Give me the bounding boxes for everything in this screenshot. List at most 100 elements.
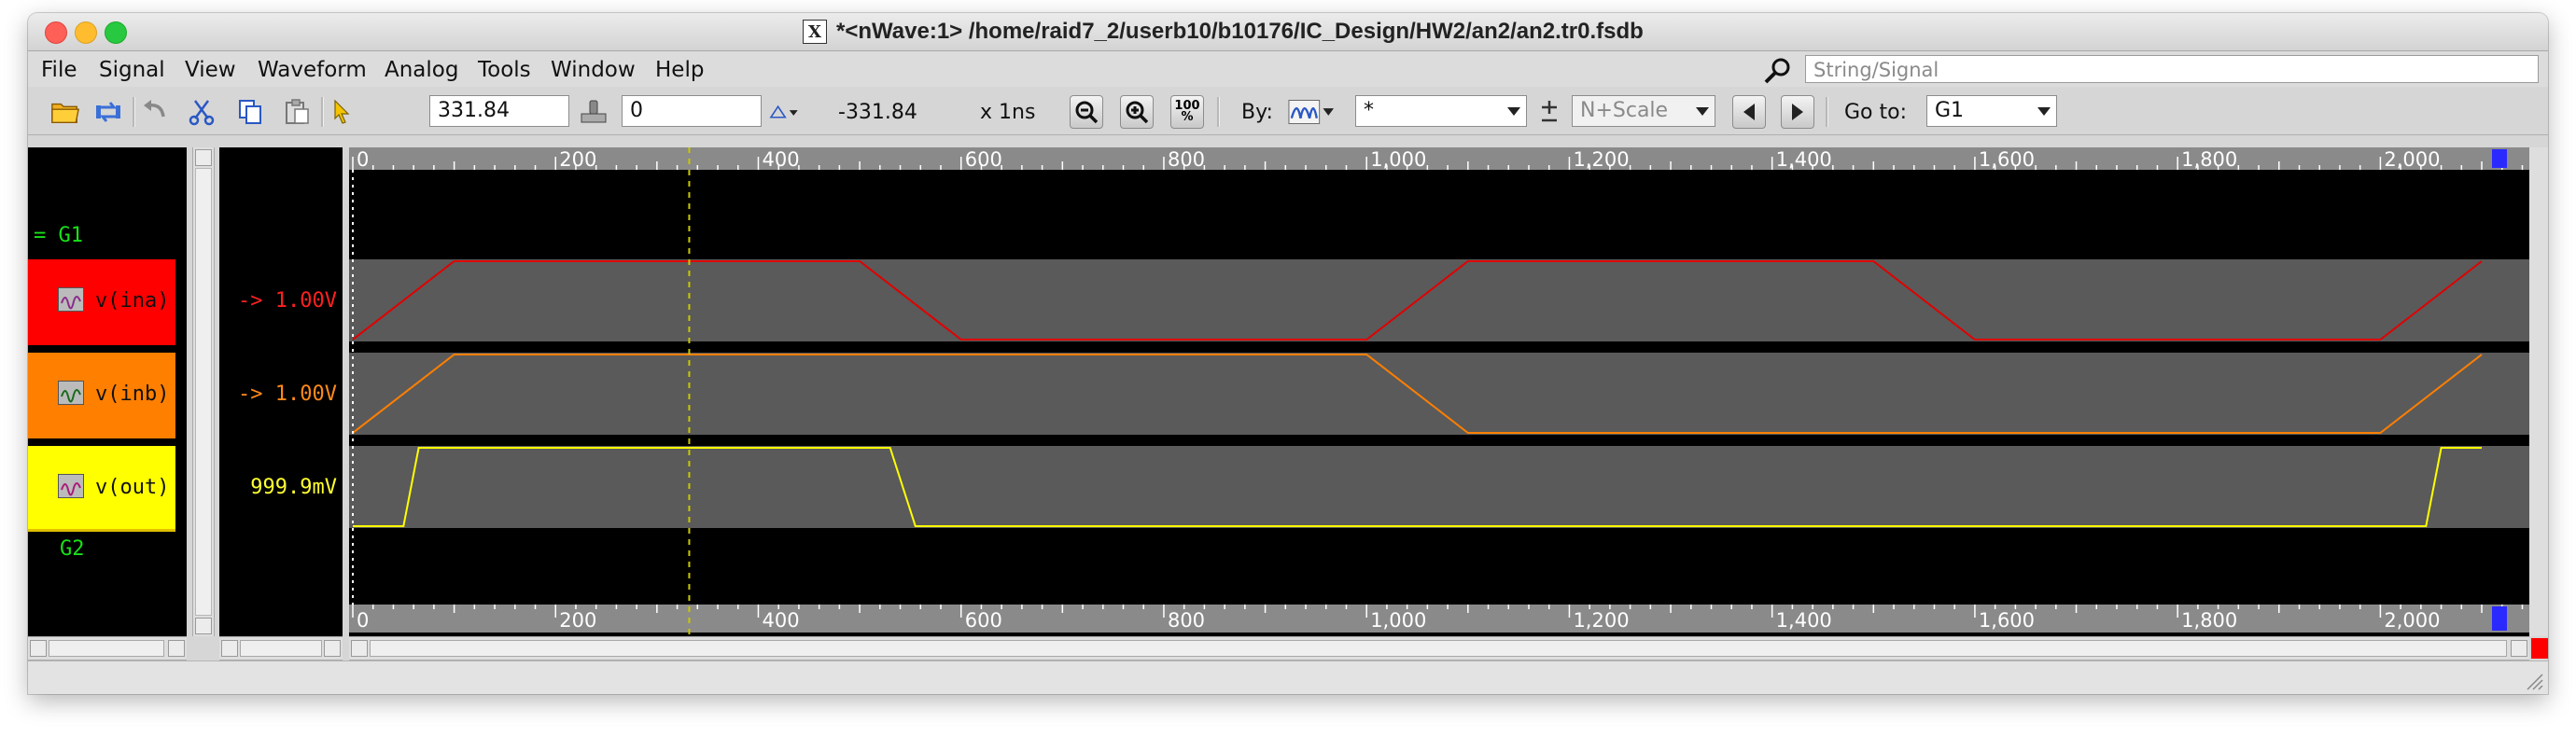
zoom-out-button[interactable] bbox=[1070, 95, 1103, 129]
scroll-thumb[interactable] bbox=[195, 168, 212, 616]
chevron-down-icon bbox=[1507, 107, 1520, 116]
ruler-tick-label: 1,000 bbox=[1370, 609, 1426, 632]
signal-value-out: 999.9mV bbox=[250, 476, 337, 499]
menu-waveform[interactable]: Waveform bbox=[258, 58, 367, 82]
scale-select[interactable]: N+Scale bbox=[1572, 95, 1715, 127]
waveform-lane[interactable] bbox=[349, 353, 2529, 435]
minimize-window-button[interactable] bbox=[75, 21, 97, 44]
scroll-right-button[interactable] bbox=[168, 640, 185, 657]
signal-value-ina: -> 1.00V bbox=[238, 289, 337, 313]
signal-name: v(out) bbox=[95, 476, 170, 499]
waveform-canvas[interactable]: 0 200 400 600 800 1,000 1,200 1,400 1,600 1,800 2,… bbox=[349, 147, 2529, 636]
search-by-select[interactable]: * bbox=[1355, 95, 1527, 127]
next-button[interactable] bbox=[1781, 95, 1814, 129]
ruler-tick-label: 1,600 bbox=[1979, 148, 2035, 171]
time-ruler-top[interactable]: 0 200 400 600 800 1,000 1,200 1,400 1,600 1,800 2,… bbox=[349, 147, 2529, 171]
maximize-window-button[interactable] bbox=[105, 21, 127, 44]
signal-row-ina[interactable]: v(ina) bbox=[28, 259, 175, 345]
menu-analog[interactable]: Analog bbox=[385, 58, 458, 82]
scroll-right-button[interactable] bbox=[324, 640, 341, 657]
search-input[interactable]: String/Signal bbox=[1805, 55, 2539, 83]
right-arrow-icon bbox=[1792, 104, 1803, 120]
scroll-thumb[interactable] bbox=[240, 640, 322, 657]
scroll-left-button[interactable] bbox=[30, 640, 47, 657]
ruler-tick-label: 600 bbox=[965, 609, 1002, 632]
cursor-time-input[interactable]: 331.84 bbox=[429, 95, 569, 127]
status-bar bbox=[28, 661, 2548, 694]
cursor-arrow-icon[interactable] bbox=[327, 97, 357, 127]
ruler-tick-label: 800 bbox=[1168, 148, 1205, 171]
zoom-fit-button[interactable]: 100 % bbox=[1170, 95, 1204, 129]
reload-icon[interactable] bbox=[93, 97, 123, 127]
time-ruler-bottom[interactable]: 0 200 400 600 800 1,000 1,200 1,400 1,600 1,800 2,… bbox=[349, 605, 2529, 633]
signal-row-inb[interactable]: v(inb) bbox=[28, 353, 175, 438]
scroll-thumb[interactable] bbox=[370, 640, 2507, 657]
ruler-tick-label: 2,000 bbox=[2384, 609, 2440, 632]
search-by-value: * bbox=[1364, 99, 1374, 122]
resize-grip-icon[interactable] bbox=[2524, 671, 2544, 691]
menu-file[interactable]: File bbox=[41, 58, 77, 82]
waveform-hscrollbar[interactable] bbox=[349, 636, 2529, 661]
ruler-tick-label: 2,000 bbox=[2384, 148, 2440, 171]
waveform-panel[interactable]: 0 200 400 600 800 1,000 1,200 1,400 1,600 1,800 2,… bbox=[349, 147, 2529, 636]
paste-icon[interactable] bbox=[282, 97, 312, 127]
ruler-tick-label: 0 bbox=[357, 609, 369, 632]
scroll-thumb[interactable] bbox=[49, 640, 164, 657]
cut-icon[interactable] bbox=[187, 97, 217, 127]
search-by-icon[interactable] bbox=[1288, 97, 1335, 127]
goto-select[interactable]: G1 bbox=[1926, 95, 2057, 127]
delta-value: -331.84 bbox=[838, 101, 917, 124]
waveform-vertical-scrollbar[interactable] bbox=[2529, 147, 2548, 636]
ruler-view-indicator[interactable] bbox=[2492, 606, 2507, 631]
ruler-tick-label: 1,000 bbox=[1370, 148, 1426, 171]
signal-name: v(ina) bbox=[95, 289, 170, 313]
ruler-tick-label: 1,400 bbox=[1776, 148, 1832, 171]
zoom-in-button[interactable] bbox=[1120, 95, 1154, 129]
close-window-button[interactable] bbox=[45, 21, 67, 44]
menu-tools[interactable]: Tools bbox=[478, 58, 531, 82]
waveform-lane[interactable] bbox=[349, 259, 2529, 341]
menu-window[interactable]: Window bbox=[551, 58, 636, 82]
name-panel-hscrollbar[interactable] bbox=[28, 636, 187, 661]
window-title: *<nWave:1> /home/raid7_2/userb10/b10176/… bbox=[836, 19, 1644, 44]
ruler-view-indicator[interactable] bbox=[2492, 149, 2507, 168]
scroll-left-button[interactable] bbox=[221, 640, 238, 657]
search-icon[interactable] bbox=[1760, 57, 1796, 85]
plus-minus-icon[interactable] bbox=[1534, 97, 1564, 127]
marker-time-input[interactable]: 0 bbox=[622, 95, 762, 127]
overflow-indicator bbox=[2531, 638, 2548, 659]
marker-icon[interactable] bbox=[579, 97, 609, 127]
value-panel-hscrollbar[interactable] bbox=[219, 636, 343, 661]
menu-bar: File Signal View Waveform Analog Tools W… bbox=[28, 51, 2548, 87]
open-folder-icon[interactable] bbox=[50, 97, 80, 127]
x11-icon: X bbox=[803, 20, 827, 44]
menu-help[interactable]: Help bbox=[655, 58, 704, 82]
menu-signal[interactable]: Signal bbox=[99, 58, 165, 82]
copy-icon[interactable] bbox=[235, 97, 265, 127]
scroll-right-button[interactable] bbox=[2511, 640, 2527, 657]
scroll-up-button[interactable] bbox=[195, 149, 212, 166]
goto-value: G1 bbox=[1935, 99, 1965, 122]
toolbar: 331.84 0 -331.84 x 1ns 100 % By: * N+Sca… bbox=[28, 88, 2548, 135]
group-label-g2[interactable]: G2 bbox=[60, 537, 85, 561]
waveform-lane[interactable] bbox=[349, 446, 2529, 528]
previous-button[interactable] bbox=[1732, 95, 1766, 129]
scroll-left-button[interactable] bbox=[351, 640, 368, 657]
delta-icon[interactable] bbox=[769, 97, 799, 127]
ruler-tick-label: 1,400 bbox=[1776, 609, 1832, 632]
ruler-tick-label: 0 bbox=[357, 148, 369, 171]
goto-label: Go to: bbox=[1844, 101, 1907, 124]
scroll-down-button[interactable] bbox=[195, 618, 212, 634]
chevron-down-icon bbox=[1696, 107, 1709, 116]
time-unit: x 1ns bbox=[980, 101, 1036, 124]
scale-value: N+Scale bbox=[1580, 99, 1669, 122]
left-arrow-icon bbox=[1743, 104, 1755, 120]
ruler-tick-label: 1,200 bbox=[1573, 609, 1629, 632]
analog-signal-icon bbox=[58, 287, 84, 312]
undo-icon[interactable] bbox=[140, 97, 170, 127]
signal-row-out[interactable]: v(out) bbox=[28, 446, 175, 532]
name-panel-scrollbar[interactable] bbox=[192, 147, 215, 636]
group-label-g1[interactable]: = G1 bbox=[34, 224, 83, 247]
menu-view[interactable]: View bbox=[185, 58, 236, 82]
analog-signal-icon bbox=[58, 474, 84, 498]
